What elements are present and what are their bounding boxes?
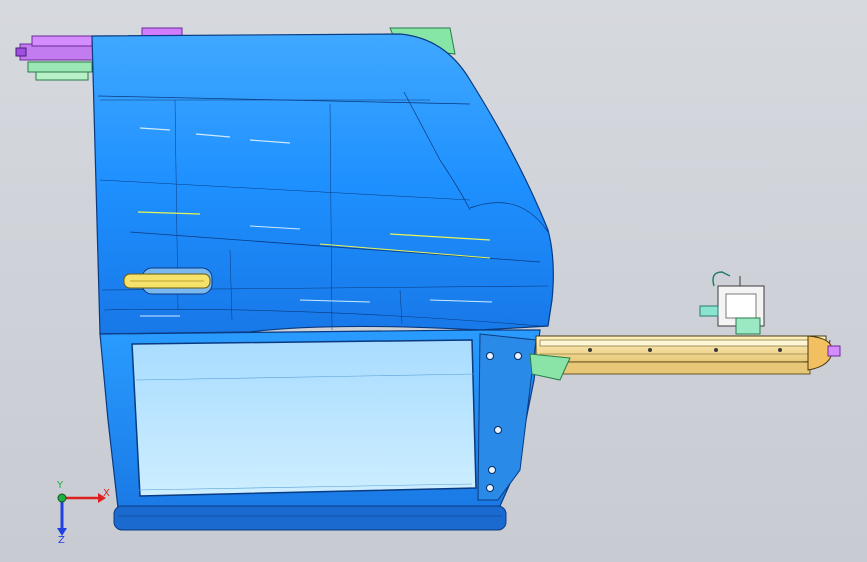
actuator-module[interactable] [699,271,765,335]
slide-rail-assembly[interactable] [529,335,841,381]
coordinate-triad: X Y Z [56,480,110,546]
y-axis-label: Y [56,480,64,491]
window-glass [131,339,477,497]
y-axis-marker [57,493,67,503]
z-axis-label: Z [58,535,65,546]
model-canvas[interactable]: X Y Z [0,0,867,562]
graphics-viewport[interactable]: X Y Z [0,0,867,562]
x-axis-label: X [103,488,110,499]
